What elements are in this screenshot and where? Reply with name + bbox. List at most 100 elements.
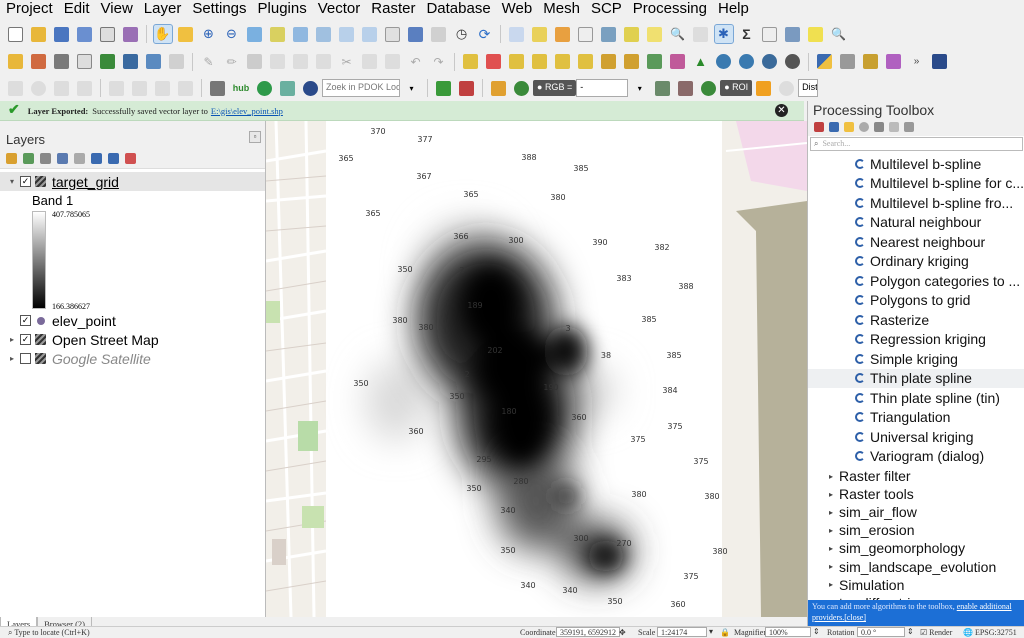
open-layer-styling-icon[interactable] <box>6 153 17 164</box>
add-roi-icon[interactable] <box>754 78 774 98</box>
roi-zoom-icon[interactable] <box>699 78 719 98</box>
collapse-all-icon[interactable] <box>108 153 119 164</box>
zoom-next-icon[interactable] <box>360 24 380 44</box>
label-move-icon[interactable] <box>530 52 550 72</box>
edit-features-icon[interactable] <box>889 122 899 132</box>
toggle-editing-icon[interactable]: ✎ <box>199 52 219 72</box>
history-clock-icon[interactable] <box>859 122 869 132</box>
expand-arrow-icon[interactable]: ▸ <box>829 508 833 517</box>
provider-group[interactable]: ▸ sim_erosion <box>808 521 1024 539</box>
label-show-hide-icon[interactable] <box>507 52 527 72</box>
camera-icon[interactable] <box>783 52 803 72</box>
menu-processing[interactable]: Processing <box>627 0 712 18</box>
scp-info-icon[interactable] <box>777 78 797 98</box>
layer-item-google-satellite[interactable]: ▸ Google Satellite <box>0 349 265 368</box>
pdok-icon[interactable] <box>301 78 321 98</box>
menu-web[interactable]: Web <box>496 0 538 18</box>
algorithm-item[interactable]: Natural neighbour <box>808 213 1024 232</box>
pan-to-selection-icon[interactable] <box>176 24 196 44</box>
render-checkbox[interactable]: ☑ Render <box>920 628 952 637</box>
message-close-icon[interactable]: ✕ <box>775 104 788 117</box>
menu-project[interactable]: Project <box>0 0 58 18</box>
filter-by-expression-icon[interactable] <box>74 153 85 164</box>
provider-group[interactable]: ▸ Simulation <box>808 576 1024 594</box>
menu-plugins[interactable]: Plugins <box>252 0 312 18</box>
digitize-icon[interactable] <box>268 52 288 72</box>
filter-legend-icon[interactable] <box>57 153 68 164</box>
add-circle-icon[interactable] <box>29 78 49 98</box>
provider-group[interactable]: ▸ Raster tools <box>808 485 1024 503</box>
models-icon[interactable] <box>814 122 824 132</box>
info-close-link[interactable]: [close] <box>844 613 866 622</box>
scp-zoom-in-icon[interactable] <box>512 78 532 98</box>
copy-features-icon[interactable] <box>360 52 380 72</box>
new-project-icon[interactable] <box>6 24 26 44</box>
help-book-icon[interactable] <box>930 52 950 72</box>
redo-icon[interactable]: ↷ <box>429 52 449 72</box>
cut-features-icon[interactable]: ✂ <box>337 52 357 72</box>
zoom-selection-icon[interactable] <box>268 24 288 44</box>
copy-icon[interactable] <box>278 78 298 98</box>
identify-icon[interactable]: 🔍 <box>668 24 688 44</box>
open-project-icon[interactable] <box>29 24 49 44</box>
extent-toggle-icon[interactable]: ✥ <box>619 628 626 637</box>
scp-tool-b-icon[interactable] <box>668 52 688 72</box>
provider-group[interactable]: ▸ sim_air_flow <box>808 503 1024 521</box>
algorithm-item[interactable]: Multilevel b-spline for c... <box>808 174 1024 193</box>
show-bookmarks-icon[interactable] <box>429 24 449 44</box>
field-calculator-icon[interactable] <box>599 24 619 44</box>
new-shapefile-icon[interactable] <box>167 52 187 72</box>
algorithm-item[interactable]: Thin plate spline (tin) <box>808 388 1024 407</box>
table-icon[interactable] <box>760 24 780 44</box>
zoom-in-icon[interactable]: ⊕ <box>199 24 219 44</box>
locator-search[interactable]: ⌕ Type to locate (Ctrl+K) <box>8 628 90 638</box>
chart-icon[interactable] <box>884 52 904 72</box>
qgis-hub-icon[interactable]: hub <box>229 83 253 93</box>
measure-icon[interactable] <box>622 24 642 44</box>
save-as-icon[interactable] <box>75 24 95 44</box>
expand-all-icon[interactable] <box>91 153 102 164</box>
layer-visibility-checkbox[interactable]: ✓ <box>20 315 31 326</box>
expand-arrow-icon[interactable]: ▸ <box>829 562 833 571</box>
collapse-arrow-icon[interactable]: ▾ <box>6 177 18 186</box>
temporal-clock-icon[interactable]: ◷ <box>452 24 472 44</box>
scp-raster-icon[interactable] <box>489 78 509 98</box>
menu-layer[interactable]: Layer <box>138 0 187 18</box>
sum-icon[interactable]: Σ <box>737 24 757 44</box>
algorithm-item[interactable]: Nearest neighbour <box>808 232 1024 251</box>
shield-plugin-icon[interactable] <box>208 78 228 98</box>
select-features-icon[interactable] <box>530 24 550 44</box>
remove-layer-icon[interactable] <box>125 153 136 164</box>
add-regular-polygon-icon[interactable] <box>75 78 95 98</box>
menu-scp[interactable]: SCP <box>585 0 627 18</box>
dist-field[interactable]: Dist <box>798 79 819 97</box>
label-diagram-icon[interactable] <box>599 52 619 72</box>
scp-tool-a-icon[interactable] <box>645 52 665 72</box>
crs-button[interactable]: 🌐 EPSG:32751 <box>963 628 1017 637</box>
expand-arrow-icon[interactable]: ▸ <box>6 354 18 363</box>
menu-vector[interactable]: Vector <box>312 0 366 18</box>
layer-visibility-checkbox[interactable] <box>20 353 31 364</box>
layer-item-open-street-map[interactable]: ▸ ✓ Open Street Map <box>0 330 265 349</box>
rgb-dropdown-icon[interactable]: ▾ <box>630 78 650 98</box>
add-mesh-icon[interactable] <box>98 52 118 72</box>
provider-group[interactable]: ▸ sim_geomorphology <box>808 539 1024 557</box>
deselect-icon[interactable] <box>553 24 573 44</box>
algorithm-item[interactable]: Universal kriging <box>808 427 1024 446</box>
layout-manager-icon[interactable] <box>783 24 803 44</box>
add-raster-layer-icon[interactable] <box>52 52 72 72</box>
expand-arrow-icon[interactable]: ▸ <box>829 490 833 499</box>
provider-group[interactable]: ▸ Raster filter <box>808 467 1024 485</box>
save-project-icon[interactable] <box>52 24 72 44</box>
provider-group[interactable]: ▸ sim_landscape_evolution <box>808 558 1024 576</box>
label-callout-icon[interactable] <box>622 52 642 72</box>
data-source-manager-icon[interactable] <box>6 52 26 72</box>
vertex-tool-icon[interactable] <box>291 52 311 72</box>
delete-selected-icon[interactable] <box>314 52 334 72</box>
zoom-layer-icon[interactable] <box>291 24 311 44</box>
algorithm-item[interactable]: Multilevel b-spline fro... <box>808 193 1024 212</box>
paste-features-icon[interactable] <box>383 52 403 72</box>
scp-tool-icon[interactable] <box>457 78 477 98</box>
add-group-icon[interactable] <box>23 153 34 164</box>
label-change-icon[interactable] <box>576 52 596 72</box>
